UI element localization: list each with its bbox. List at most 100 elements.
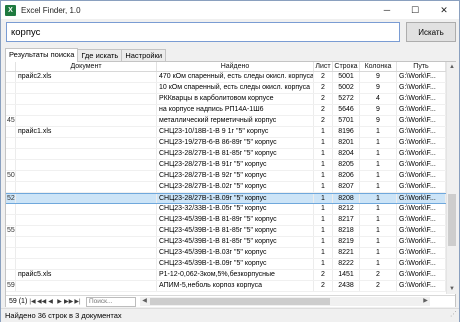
cell-path: G:\Work\F... <box>397 194 446 203</box>
cell-row: 8222 <box>333 259 360 269</box>
cell-found: металлический герметичный корпус <box>157 116 314 126</box>
maximize-button[interactable]: ☐ <box>401 1 429 19</box>
table-row[interactable]: на корпусе надпись РП14А-1Ш6 2 5646 9 G:\Wor… <box>6 105 446 116</box>
table-row[interactable]: прайс5.xls Р1-12-0,062-3ком,5%,безкорпусн… <box>6 270 446 281</box>
column-header-indicator <box>6 62 16 71</box>
cell-document: прайс2.xls <box>16 72 157 82</box>
table-row[interactable]: СНЦ23-45/39В-1-В 81-89г "5" корпус 1 8217 1… <box>6 215 446 226</box>
scroll-thumb[interactable] <box>448 194 456 246</box>
cell-column: 1 <box>360 237 397 247</box>
cell-column: 9 <box>360 105 397 115</box>
table-row[interactable]: СНЦ23-45/39В-1-В.03г "5" корпус 1 8221 1 G:\… <box>6 248 446 259</box>
cell-path: G:\Work\F... <box>397 127 446 137</box>
prev-page-icon[interactable]: ◀◀ <box>37 297 46 307</box>
cell-path: G:\Work\F... <box>397 281 446 291</box>
cell-found: АПИМ-5,неболь корпоз корпуса <box>157 281 314 291</box>
cell-found: СНЦ23-28/27В-1-В 92г "5" корпус <box>157 171 314 181</box>
prev-record-icon[interactable]: ◀ <box>46 297 55 307</box>
row-number <box>6 138 16 148</box>
cell-sheet: 1 <box>314 204 333 214</box>
search-button[interactable]: Искать <box>406 22 456 42</box>
table-row[interactable]: 52 ▶СНЦ23-28/27В-1-В.09г "5" корпус18208… <box>6 193 446 204</box>
cell-column: 1 <box>360 160 397 170</box>
cell-document <box>16 204 157 214</box>
scroll-right-icon[interactable]: ▶ <box>421 297 430 306</box>
cell-document <box>16 182 157 192</box>
column-header-found[interactable]: Найдено <box>157 62 314 71</box>
cell-column: 9 <box>360 72 397 82</box>
table-row[interactable]: СНЦ23-28/27В-1-В 91г "5" корпус 1 8205 1 G:\… <box>6 160 446 171</box>
cell-sheet: 2 <box>314 72 333 82</box>
search-input[interactable] <box>6 22 400 42</box>
cell-sheet: 1 <box>314 259 333 269</box>
scroll-left-icon[interactable]: ◀ <box>140 297 149 306</box>
horizontal-scroll-thumb[interactable] <box>150 298 330 305</box>
cell-path: G:\Work\F... <box>397 149 446 159</box>
cell-sheet: 1 <box>314 215 333 225</box>
column-header-row[interactable]: Строка <box>333 62 360 71</box>
app-window: X Excel Finder, 1.0 ─ ☐ ✕ Искать Результ… <box>0 0 460 322</box>
row-number <box>6 127 16 137</box>
tab-results[interactable]: Результаты поиска <box>5 48 79 62</box>
cell-found: СНЦ23-45/39В-1-В.09г "5" корпус <box>157 259 314 269</box>
cell-found: СНЦ23-28/27В-1-В.02г "5" корпус <box>157 182 314 192</box>
table-row[interactable]: 59 АПИМ-5,неболь корпоз корпуса 2 2438 2 G:\W… <box>6 281 446 292</box>
first-record-icon[interactable]: |◀ <box>28 297 37 307</box>
table-row[interactable]: прайс1.xls СНЦ23-10/18В-1-В 9 1г "5" корп… <box>6 127 446 138</box>
vertical-scrollbar[interactable]: ▲ ▼ <box>446 62 456 294</box>
cell-sheet: 1 <box>314 160 333 170</box>
cell-row: 5646 <box>333 105 360 115</box>
table-row[interactable]: СНЦ23-32/33В-1-В.05г "5" корпус 1 8212 1 G:\… <box>6 204 446 215</box>
column-header-document[interactable]: Документ <box>16 62 157 71</box>
cell-document <box>16 149 157 159</box>
cell-document <box>16 116 157 126</box>
cell-sheet: 1 <box>314 182 333 192</box>
cell-path: G:\Work\F... <box>397 105 446 115</box>
cell-row: 5701 <box>333 116 360 126</box>
row-number <box>6 182 16 192</box>
cell-column: 2 <box>360 270 397 280</box>
next-record-icon[interactable]: ▶ <box>55 297 64 307</box>
table-row[interactable]: СНЦ23-45/39В-1-В.09г "5" корпус 1 8222 1 G:\… <box>6 259 446 270</box>
table-row[interactable]: 50 СНЦ23-28/27В-1-В 92г "5" корпус 1 8206 1 G… <box>6 171 446 182</box>
column-header-column[interactable]: Колонка <box>360 62 397 71</box>
cell-path: G:\Work\F... <box>397 215 446 225</box>
next-page-icon[interactable]: ▶▶ <box>64 297 73 307</box>
cell-row: 8218 <box>333 226 360 236</box>
column-header-path[interactable]: Путь <box>397 62 446 71</box>
table-row[interactable]: РККварцы в карболитовом корпусе 2 5272 4 G:\… <box>6 94 446 105</box>
cell-document <box>16 281 157 291</box>
resize-grip-icon[interactable]: ⋰ <box>450 308 457 321</box>
close-button[interactable]: ✕ <box>429 1 459 19</box>
cell-row: 8207 <box>333 182 360 192</box>
cell-column: 1 <box>360 127 397 137</box>
minimize-button[interactable]: ─ <box>373 1 401 19</box>
table-row[interactable]: СНЦ23-45/39В-1-В 81-85г "5" корпус 1 8219 1… <box>6 237 446 248</box>
cell-row: 8217 <box>333 215 360 225</box>
cell-found: 470 кОм спаренный, есть следы окисл. кор… <box>159 72 314 82</box>
cell-document <box>16 83 157 93</box>
row-number <box>6 160 16 170</box>
last-record-icon[interactable]: ▶| <box>73 297 82 307</box>
table-row[interactable]: прайс2.xls 470 кОм спаренный, есть следы … <box>6 72 446 83</box>
cell-path: G:\Work\F... <box>397 237 446 247</box>
cell-document <box>16 215 157 225</box>
scroll-down-icon[interactable]: ▼ <box>447 284 457 294</box>
table-row[interactable]: СНЦ23-28/27В-1-В.02г "5" корпус 1 8207 1 G:\… <box>6 182 446 193</box>
cell-column: 2 <box>360 281 397 291</box>
table-row[interactable]: СНЦ23-28/27В-1-В 81-85г "5" корпус 1 8204 1… <box>6 149 446 160</box>
cell-row: 5272 <box>333 94 360 104</box>
table-row[interactable]: 10 кОм спаренный, есть следы окисл. корп… <box>6 83 446 94</box>
grid-search-input[interactable] <box>86 296 136 307</box>
cell-column: 1 <box>360 194 397 203</box>
cell-found: СНЦ23-45/39В-1-В.03г "5" корпус <box>157 248 314 258</box>
table-row[interactable]: 55 СНЦ23-45/39В-1-В 81-85г "5" корпус 1 821… <box>6 226 446 237</box>
table-row[interactable]: СНЦ23-19/27В-6-В 86-89г "5" корпус 1 8201 1… <box>6 138 446 149</box>
column-header-sheet[interactable]: Лист <box>314 62 333 71</box>
cell-row: 1451 <box>333 270 360 280</box>
cell-document <box>16 226 157 236</box>
table-row[interactable]: 45 металлический герметичный корпус 2 5701 9… <box>6 116 446 127</box>
cell-found: СНЦ23-28/27В-1-В.09г "5" корпус <box>157 194 314 203</box>
horizontal-scrollbar[interactable]: ◀ ▶ <box>140 297 430 306</box>
scroll-up-icon[interactable]: ▲ <box>447 62 457 72</box>
